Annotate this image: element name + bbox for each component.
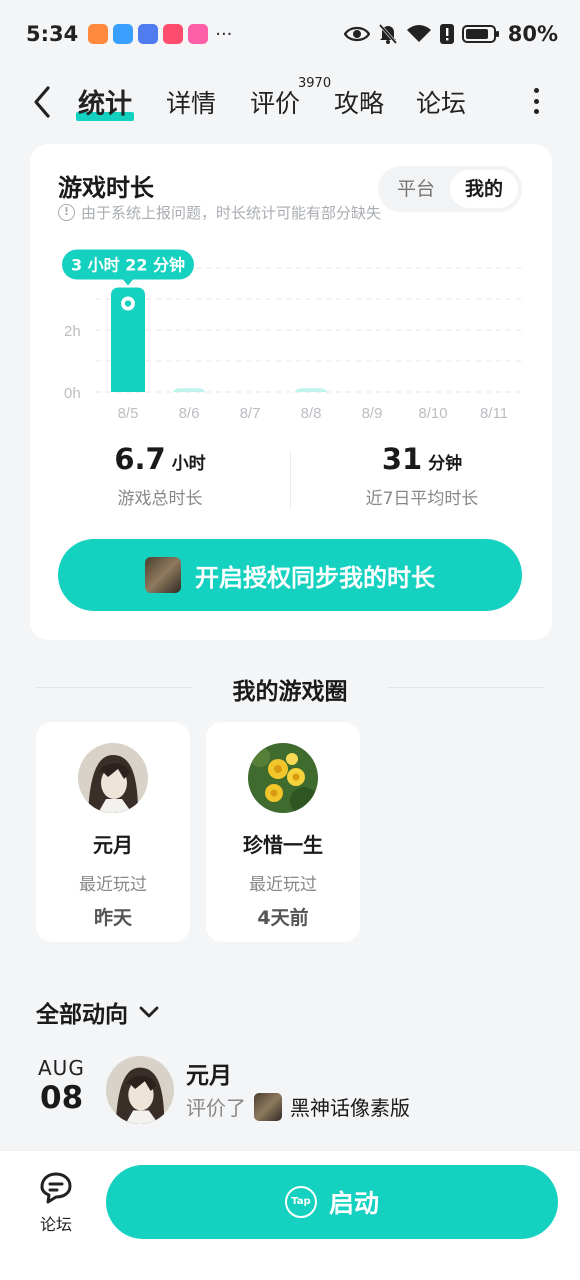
video-app-icon <box>163 24 184 44</box>
eye-icon <box>343 26 370 42</box>
x-tick-label: 8/7 <box>240 405 261 422</box>
game-circle-header: 我的游戏圈 <box>0 670 580 706</box>
music-app-icon <box>188 24 209 44</box>
bottom-bar: 论坛 Tap 启动 <box>0 1150 580 1280</box>
sync-label: 开启授权同步我的时长 <box>195 563 435 592</box>
activity-description: 评价了 黑神话像素版 <box>186 1092 410 1121</box>
game-icon <box>254 1092 282 1121</box>
card-note: ! 由于系统上报问题，时长统计可能有部分缺失 <box>58 202 381 223</box>
selected-point-dot <box>124 300 132 307</box>
activity-verb: 评价了 <box>186 1096 246 1120</box>
x-tick-label: 8/9 <box>362 405 383 422</box>
activity-month: AUG <box>38 1056 85 1080</box>
avatar[interactable] <box>106 1056 174 1124</box>
battery-percent: 80% <box>507 22 558 46</box>
friend-name: 珍惜一生 <box>243 833 323 857</box>
document-app-icon <box>138 24 159 44</box>
tooltip-label: 3 小时 22 分钟 <box>71 256 185 275</box>
app-notification-icon <box>88 24 109 44</box>
x-tick-label: 8/11 <box>480 405 508 422</box>
total-value: 6.7 <box>114 442 166 476</box>
note-text: 由于系统上报问题，时长统计可能有部分缺失 <box>81 204 382 222</box>
activity-day: 08 <box>40 1080 84 1116</box>
status-bar: 5:34 ··· 80% <box>0 0 580 68</box>
activity-game[interactable]: 黑神话像素版 <box>290 1092 410 1121</box>
friend-card[interactable]: 珍惜一生 最近玩过 4天前 <box>206 722 360 942</box>
y-tick-label: 0h <box>64 385 81 402</box>
segment-mine[interactable]: 我的 <box>450 170 518 208</box>
wifi-icon <box>406 25 431 42</box>
friend-last-played: 4天前 <box>257 907 309 929</box>
tab-reviews[interactable]: 评价 <box>250 84 300 120</box>
friend-last-played: 昨天 <box>93 907 132 929</box>
sync-playtime-button[interactable]: 开启授权同步我的时长 <box>58 539 522 611</box>
more-options-icon[interactable] <box>526 86 546 116</box>
launch-label: 启动 <box>328 1189 379 1218</box>
playtime-chart: 0h 2h 8/5 8/6 8/7 8/8 8/9 8/10 8/11 3 小时 22 分钟 <box>62 249 524 422</box>
game-thumbnail <box>145 557 181 593</box>
review-count-badge: 3970 <box>298 76 332 91</box>
x-tick-label: 8/10 <box>418 405 447 422</box>
avg-value: 31 <box>381 442 423 476</box>
friend-status-label: 最近玩过 <box>249 875 317 895</box>
avatar <box>248 743 318 813</box>
card-title: 游戏时长 <box>58 174 154 202</box>
forum-button[interactable]: 论坛 <box>30 1171 82 1235</box>
y-tick-label: 2h <box>64 323 81 340</box>
info-icon: ! <box>58 204 75 221</box>
total-playtime: 6.7 小时 游戏总时长 <box>30 442 290 509</box>
avatar <box>78 743 148 813</box>
friend-name: 元月 <box>93 833 133 857</box>
x-tick-label: 8/8 <box>301 405 322 422</box>
x-tick-label: 8/6 <box>179 405 200 422</box>
chevron-down-icon <box>139 1006 159 1018</box>
status-time: 5:34 <box>26 22 79 46</box>
battery-icon <box>461 25 499 43</box>
avg-unit: 分钟 <box>428 454 463 474</box>
source-toggle: 平台 我的 <box>378 166 522 212</box>
tooltip-pointer <box>122 278 134 286</box>
filter-label: 全部动向 <box>36 1002 128 1028</box>
x-tick-label: 8/5 <box>118 405 139 422</box>
total-unit: 小时 <box>171 454 206 474</box>
status-more: ··· <box>215 23 233 45</box>
segment-platform[interactable]: 平台 <box>382 170 450 208</box>
alert-icon <box>439 24 454 44</box>
section-title: 我的游戏圈 <box>232 679 348 705</box>
friend-status-label: 最近玩过 <box>79 875 147 895</box>
friend-card[interactable]: 元月 最近玩过 昨天 <box>36 722 190 942</box>
tab-guides[interactable]: 攻略 <box>334 84 384 120</box>
tab-forum[interactable]: 论坛 <box>416 84 466 120</box>
playtime-card: 游戏时长 ! 由于系统上报问题，时长统计可能有部分缺失 平台 我的 0h 2h 8/… <box>30 144 552 640</box>
launch-button[interactable]: Tap 启动 <box>106 1165 558 1239</box>
activity-user[interactable]: 元月 <box>186 1056 232 1090</box>
forum-label: 论坛 <box>39 1215 72 1234</box>
tab-details[interactable]: 详情 <box>166 84 216 120</box>
back-arrow-icon[interactable] <box>28 82 58 122</box>
avg-label: 近7日平均时长 <box>365 489 479 509</box>
mute-bell-icon <box>378 24 397 44</box>
forum-chat-icon <box>40 1172 72 1204</box>
tab-bar: 统计 详情 评价 3970 攻略 论坛 <box>0 68 580 136</box>
avg-playtime: 31 分钟 近7日平均时长 <box>292 442 552 509</box>
activity-filter[interactable]: 全部动向 <box>36 995 160 1029</box>
tab-stats[interactable]: 统计 <box>76 82 134 121</box>
taptap-logo-icon: Tap <box>284 1186 317 1218</box>
stat-divider <box>290 450 291 510</box>
book-app-icon <box>113 24 134 44</box>
total-label: 游戏总时长 <box>117 489 203 509</box>
